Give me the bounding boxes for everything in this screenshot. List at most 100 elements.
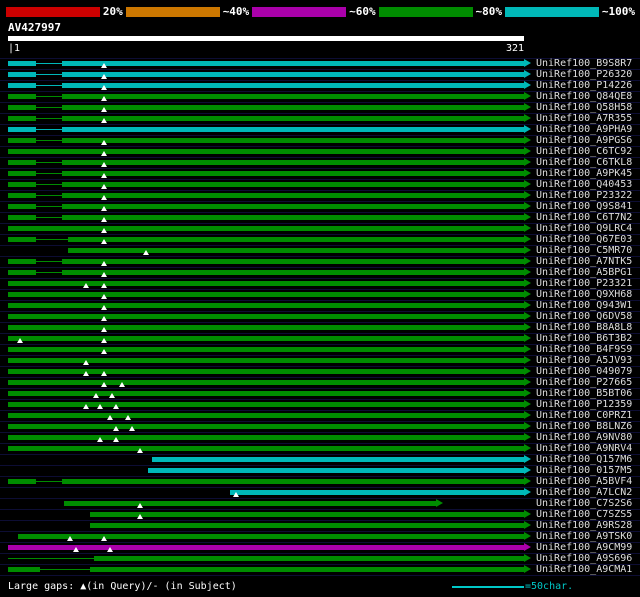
subject-label[interactable]: UniRef100_A7R355 [536, 114, 632, 124]
subject-label[interactable]: UniRef100_049079 [536, 367, 632, 377]
scale-segment-orange [126, 7, 220, 17]
subject-label[interactable]: UniRef100_C0PRZ1 [536, 411, 632, 421]
alignment-segment [36, 85, 62, 86]
subject-label[interactable]: UniRef100_Q84QE8 [536, 92, 632, 102]
gap-marker-icon [101, 283, 107, 288]
subject-label[interactable]: UniRef100_P27665 [536, 378, 632, 388]
subject-label[interactable]: UniRef100_Q9S841 [536, 202, 632, 212]
alignment-segment [8, 259, 36, 264]
gap-marker-icon [101, 162, 107, 167]
alignment-segment [68, 237, 524, 242]
subject-label[interactable]: UniRef100_A5BVF4 [536, 477, 632, 487]
subject-label[interactable]: UniRef100_P14226 [536, 81, 632, 91]
scale-segment-green [379, 7, 473, 17]
alignment-segment [8, 138, 36, 143]
gap-marker-icon [107, 547, 113, 552]
subject-label[interactable]: UniRef100_Q67E03 [536, 235, 632, 245]
subject-label[interactable]: UniRef100_C6TC92 [536, 147, 632, 157]
subject-label[interactable]: UniRef100_B4F9S9 [536, 345, 632, 355]
subject-label[interactable]: UniRef100_A7NTK5 [536, 257, 632, 267]
subject-label[interactable]: UniRef100_B8A8L8 [536, 323, 632, 333]
alignment-segment [8, 160, 36, 165]
subject-label[interactable]: UniRef100_Q58H58 [536, 103, 632, 113]
alignment-segment [62, 479, 524, 484]
subject-label[interactable]: UniRef100_A5JV93 [536, 356, 632, 366]
subject-label[interactable]: UniRef100_A5BPG1 [536, 268, 632, 278]
alignment-segment [8, 116, 36, 121]
subject-label[interactable]: UniRef100_P12359 [536, 400, 632, 410]
alignment-arrow-icon [524, 345, 531, 353]
subject-label[interactable]: UniRef100_Q9XH68 [536, 290, 632, 300]
alignment-segment [230, 490, 524, 495]
alignment-arrow-icon [524, 169, 531, 177]
subject-label[interactable]: UniRef100_Q943W1 [536, 301, 632, 311]
subject-label[interactable]: UniRef100_C5MR70 [536, 246, 632, 256]
coord-start: |1 [8, 43, 20, 54]
scale-label: ~100% [599, 5, 638, 18]
subject-label[interactable]: UniRef100_Q9LRC4 [536, 224, 632, 234]
gap-marker-icon [101, 338, 107, 343]
alignment-segment [8, 237, 36, 242]
alignment-segment [8, 380, 524, 385]
subject-label[interactable]: UniRef100_B9S8R7 [536, 59, 632, 69]
alignment-segment [8, 558, 94, 559]
alignment-arrow-icon [524, 180, 531, 188]
subject-label[interactable]: UniRef100_0157M5 [536, 466, 632, 476]
subject-label[interactable]: UniRef100_A9S696 [536, 554, 632, 564]
subject-label[interactable]: UniRef100_C6TKL8 [536, 158, 632, 168]
alignment-segment [36, 162, 62, 163]
subject-label[interactable]: UniRef100_C7S2S6 [536, 499, 632, 509]
subject-label[interactable]: UniRef100_A9RS28 [536, 521, 632, 531]
alignment-segment [62, 94, 524, 99]
subject-label[interactable]: UniRef100_Q6DV58 [536, 312, 632, 322]
subject-label[interactable]: UniRef100_Q40453 [536, 180, 632, 190]
subject-label[interactable]: UniRef100_P26320 [536, 70, 632, 80]
alignment-segment [62, 83, 524, 88]
subject-label[interactable]: UniRef100_A9PK45 [536, 169, 632, 179]
subject-label[interactable]: UniRef100_A9PHA9 [536, 125, 632, 135]
alignment-segment [18, 534, 524, 539]
gap-marker-icon [101, 272, 107, 277]
subject-label[interactable]: UniRef100_A9TSK0 [536, 532, 632, 542]
subject-label[interactable]: UniRef100_A9NV80 [536, 433, 632, 443]
gap-marker-icon [101, 184, 107, 189]
alignment-segment [36, 74, 62, 75]
alignment-segment [8, 226, 524, 231]
gap-marker-icon [83, 371, 89, 376]
subject-label[interactable]: UniRef100_A9PGS6 [536, 136, 632, 146]
subject-label[interactable]: UniRef100_P23322 [536, 191, 632, 201]
alignment-arrow-icon [524, 510, 531, 518]
scale-label: ~40% [220, 5, 253, 18]
alignment-segment [8, 149, 524, 154]
subject-label[interactable]: UniRef100_C7SZS5 [536, 510, 632, 520]
alignment-segment [8, 325, 524, 330]
alignment-segment [8, 567, 40, 572]
alignment-segment [8, 204, 36, 209]
alignment-segment [36, 129, 62, 130]
gap-marker-icon [73, 547, 79, 552]
alignment-arrow-icon [524, 70, 531, 78]
gap-marker-icon [101, 206, 107, 211]
alignment-arrow-icon [524, 136, 531, 144]
subject-label[interactable]: UniRef100_B6T3B2 [536, 334, 632, 344]
alignment-segment [62, 171, 524, 176]
alignment-segment [8, 336, 524, 341]
subject-label[interactable]: UniRef100_A9CMA1 [536, 565, 632, 575]
alignment-segment [8, 171, 36, 176]
subject-label[interactable]: UniRef100_B5BT06 [536, 389, 632, 399]
subject-label[interactable]: UniRef100_Q157M6 [536, 455, 632, 465]
subject-label[interactable]: UniRef100_C6T7N2 [536, 213, 632, 223]
gap-marker-icon [113, 404, 119, 409]
gap-marker-icon [97, 404, 103, 409]
alignment-segment [8, 391, 524, 396]
subject-label[interactable]: UniRef100_P23321 [536, 279, 632, 289]
subject-label[interactable]: UniRef100_A9NRV4 [536, 444, 632, 454]
alignment-segment [36, 118, 62, 119]
subject-label[interactable]: UniRef100_A7LCN2 [536, 488, 632, 498]
subject-label[interactable]: UniRef100_A9CM99 [536, 543, 632, 553]
alignment-segment [8, 435, 524, 440]
gap-marker-icon [101, 63, 107, 68]
alignment-arrow-icon [524, 213, 531, 221]
subject-label[interactable]: UniRef100_B8LNZ6 [536, 422, 632, 432]
alignment-arrow-icon [524, 565, 531, 573]
